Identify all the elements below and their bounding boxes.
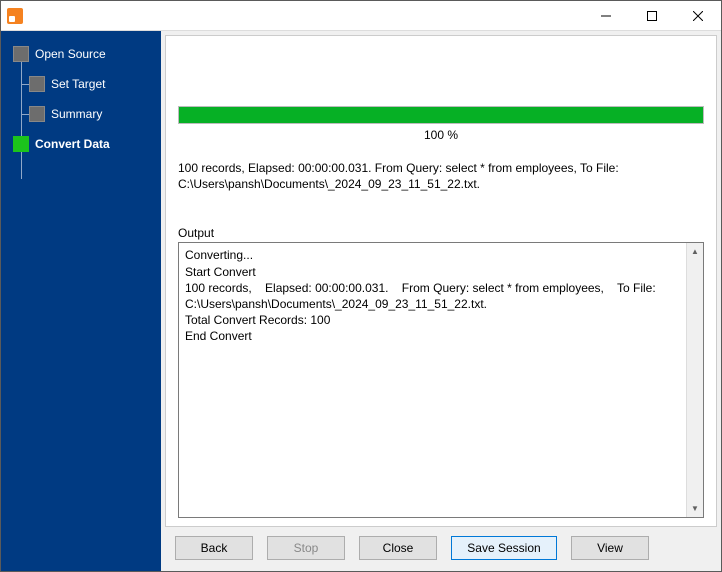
close-icon	[693, 11, 703, 21]
step-box-icon	[29, 106, 45, 122]
minimize-icon	[601, 11, 611, 21]
body: Open Source Set Target Summary Convert D…	[1, 31, 721, 571]
output-label: Output	[178, 226, 704, 240]
output-scrollbar[interactable]: ▲ ▼	[686, 243, 703, 517]
sidebar-item-convert-data[interactable]: Convert Data	[1, 129, 161, 159]
step-box-icon	[29, 76, 45, 92]
button-row: Back Stop Close Save Session View	[161, 531, 721, 571]
maximize-button[interactable]	[629, 1, 675, 30]
status-text: 100 records, Elapsed: 00:00:00.031. From…	[178, 160, 704, 192]
sidebar: Open Source Set Target Summary Convert D…	[1, 31, 161, 571]
app-icon	[7, 8, 23, 24]
close-button[interactable]	[675, 1, 721, 30]
step-box-icon	[13, 46, 29, 62]
save-session-button[interactable]: Save Session	[451, 536, 557, 560]
app-window: Open Source Set Target Summary Convert D…	[0, 0, 722, 572]
close-panel-button[interactable]: Close	[359, 536, 437, 560]
stop-button: Stop	[267, 536, 345, 560]
titlebar-left	[1, 8, 23, 24]
sidebar-item-label: Convert Data	[35, 137, 110, 151]
step-box-icon	[13, 136, 29, 152]
window-controls	[583, 1, 721, 30]
progress-fill	[179, 107, 703, 123]
sidebar-item-summary[interactable]: Summary	[1, 99, 161, 129]
sidebar-item-label: Open Source	[35, 47, 106, 61]
back-button[interactable]: Back	[175, 536, 253, 560]
content-panel: 100 % 100 records, Elapsed: 00:00:00.031…	[165, 35, 717, 527]
sidebar-item-set-target[interactable]: Set Target	[1, 69, 161, 99]
minimize-button[interactable]	[583, 1, 629, 30]
view-button[interactable]: View	[571, 536, 649, 560]
progress-bar	[178, 106, 704, 124]
maximize-icon	[647, 11, 657, 21]
scroll-up-icon[interactable]: ▲	[687, 243, 703, 260]
scroll-down-icon[interactable]: ▼	[687, 500, 703, 517]
sidebar-item-open-source[interactable]: Open Source	[1, 39, 161, 69]
titlebar	[1, 1, 721, 31]
progress-section: 100 %	[178, 106, 704, 142]
sidebar-item-label: Summary	[51, 107, 102, 121]
progress-label: 100 %	[178, 128, 704, 142]
output-box: Converting... Start Convert 100 records,…	[178, 242, 704, 518]
output-text[interactable]: Converting... Start Convert 100 records,…	[179, 243, 686, 517]
sidebar-item-label: Set Target	[51, 77, 105, 91]
main: 100 % 100 records, Elapsed: 00:00:00.031…	[161, 31, 721, 571]
